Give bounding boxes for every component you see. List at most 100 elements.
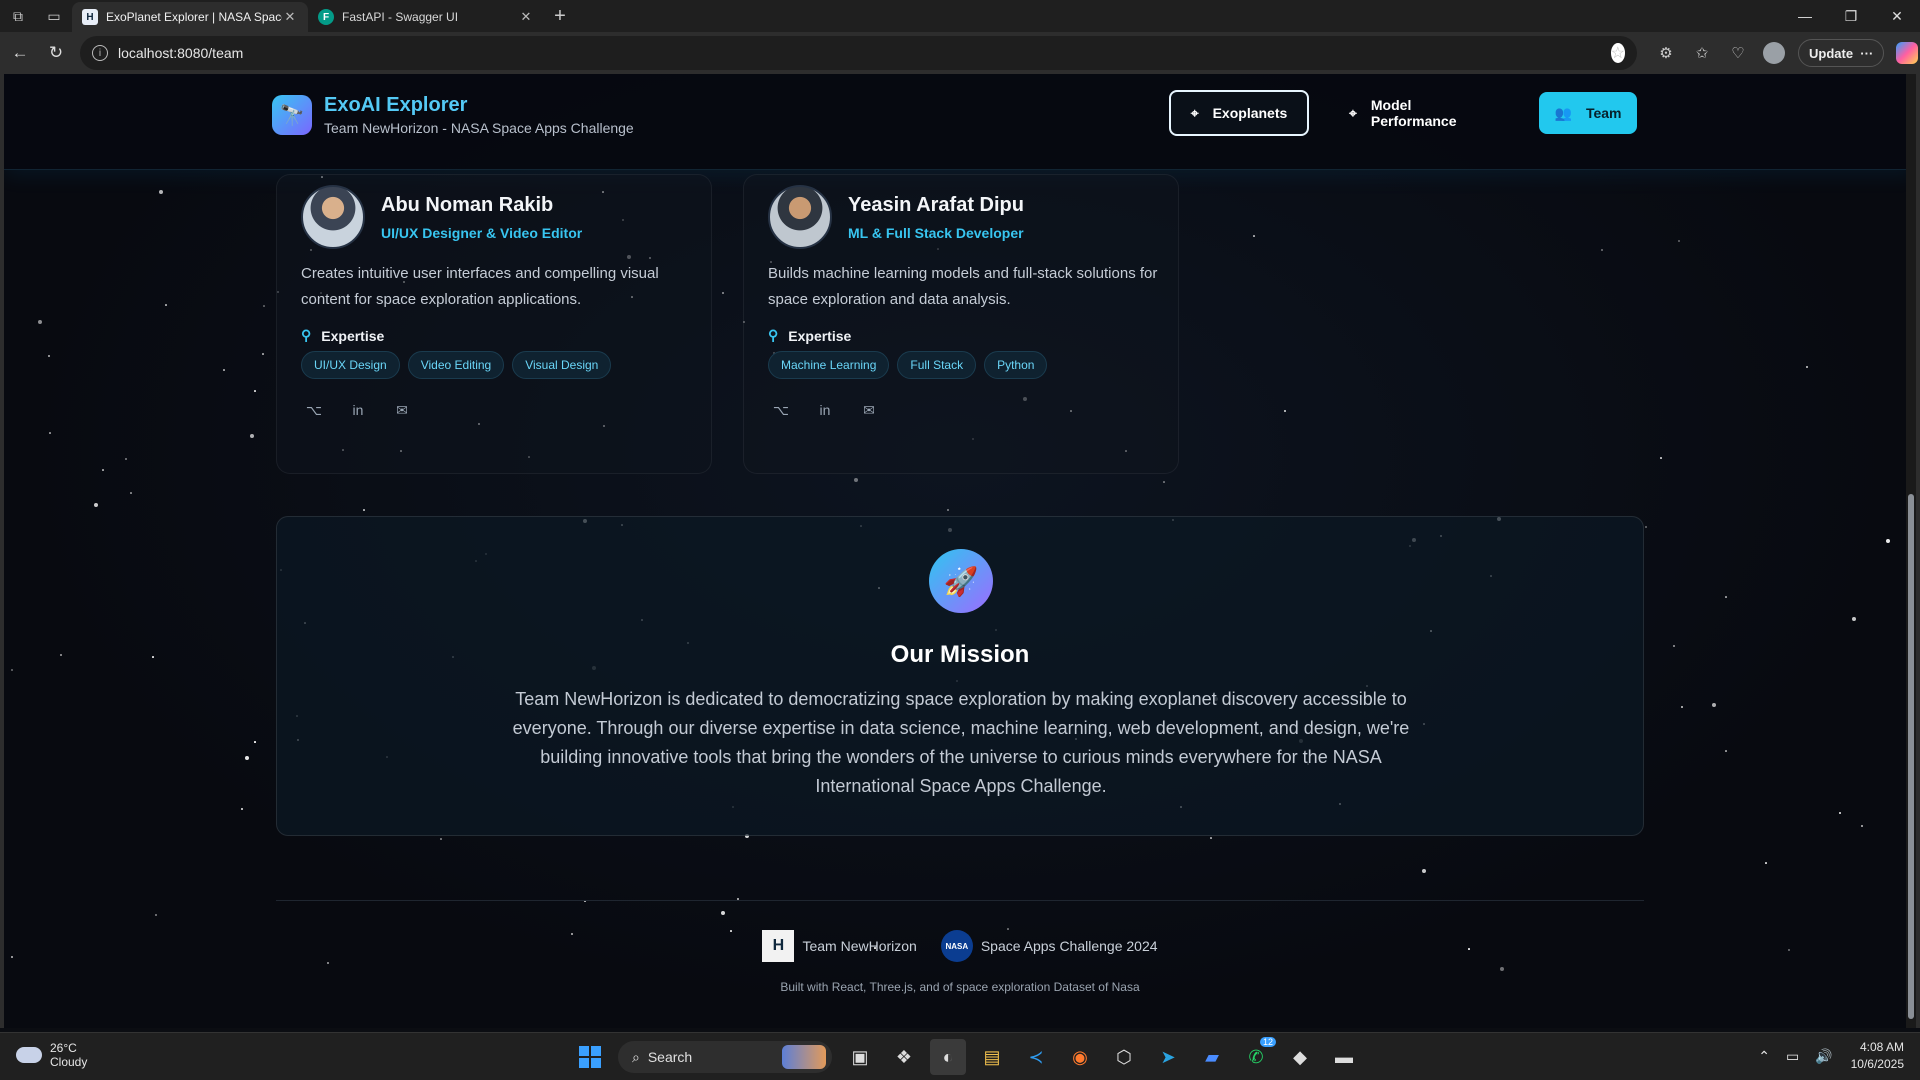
avatar [301, 185, 365, 249]
star-dot [1852, 617, 1856, 621]
firefox-icon[interactable]: ◉ [1062, 1039, 1098, 1075]
rocket-icon: 🚀 [929, 549, 993, 613]
weather-temp: 26°C [50, 1041, 77, 1055]
site-info-icon[interactable]: i [92, 45, 108, 61]
vscode-icon[interactable]: ≺ [1018, 1039, 1054, 1075]
tag-list: UI/UX Design Video Editing Visual Design [301, 351, 619, 379]
mail-icon[interactable]: ✉ [856, 397, 882, 423]
close-tab-icon[interactable]: ✕ [518, 9, 534, 25]
member-description: Creates intuitive user interfaces and co… [301, 265, 659, 308]
workspaces-icon[interactable]: ⧉ [0, 0, 36, 32]
nav-label: Model Performance [1370, 97, 1457, 129]
star-dot [152, 656, 154, 658]
restore-icon[interactable]: ❐ [1828, 0, 1874, 32]
social-links: ⌥ in ✉ [768, 397, 900, 423]
new-tab-button[interactable]: + [544, 5, 576, 28]
task-view-icon[interactable]: ▣ [842, 1039, 878, 1075]
favorite-star-icon[interactable]: ☆ [1610, 43, 1625, 63]
search-highlight-icon [782, 1045, 826, 1069]
tab-favicon: F [318, 9, 334, 25]
tab-exoplanet-explorer[interactable]: H ExoPlanet Explorer | NASA Space ✕ [72, 2, 308, 32]
close-tab-icon[interactable]: ✕ [282, 9, 298, 25]
network-icon[interactable]: ▭ [1786, 1048, 1799, 1065]
terminal-icon[interactable]: ▬ [1326, 1039, 1362, 1075]
linkedin-icon[interactable]: in [812, 397, 838, 423]
member-name: Abu Noman Rakib [381, 193, 554, 216]
star-dot [1253, 235, 1255, 237]
nav-team-button[interactable]: 👥 Team [1539, 92, 1637, 134]
close-window-icon[interactable]: ✕ [1874, 0, 1920, 32]
chevron-up-icon[interactable]: ⌃ [1758, 1048, 1770, 1065]
clock[interactable]: 4:08 AM 10/6/2025 [1851, 1039, 1904, 1073]
update-button[interactable]: Update ··· [1798, 39, 1885, 67]
back-icon[interactable]: ← [2, 35, 38, 71]
taskbar-search[interactable]: ⌕ Search [618, 1041, 832, 1073]
star-dot [94, 503, 98, 507]
copilot-icon[interactable] [1896, 42, 1919, 64]
tab-fastapi-swagger[interactable]: F FastAPI - Swagger UI ✕ [308, 2, 544, 32]
whatsapp-icon[interactable]: ✆ 12 [1238, 1037, 1276, 1075]
date: 10/6/2025 [1850, 1057, 1904, 1071]
telescope-icon: ⌖ [1349, 104, 1357, 121]
health-icon[interactable]: ♡ [1720, 36, 1756, 70]
star-dot [1765, 862, 1767, 864]
extensions-icon[interactable]: ⚙ [1648, 36, 1684, 70]
star-dot [49, 432, 51, 434]
social-links: ⌥ in ✉ [301, 397, 433, 423]
expertise-tag: Visual Design [512, 351, 612, 379]
star-dot [947, 509, 949, 511]
star-dot [1210, 837, 1212, 839]
star-dot [1725, 750, 1727, 752]
star-dot [1673, 645, 1675, 647]
scrollbar-thumb[interactable] [1908, 494, 1914, 1019]
nav-label: Exoplanets [1212, 105, 1288, 121]
volume-icon[interactable]: 🔊 [1815, 1048, 1832, 1065]
expertise-tag: Video Editing [407, 351, 505, 379]
star-dot [1839, 812, 1841, 814]
star-dot [722, 292, 724, 294]
toolbar-right: ⚙ ✩ ♡ Update ··· [1648, 36, 1919, 70]
github-icon[interactable]: ⌥ [768, 397, 794, 423]
edge-icon[interactable]: ◐ [930, 1039, 966, 1075]
star-dot [327, 962, 329, 964]
nav-exoplanets-button[interactable]: ⌖ Exoplanets [1169, 90, 1309, 136]
copilot-app-icon[interactable]: ❖ [886, 1039, 922, 1075]
file-explorer-icon[interactable]: ▤ [974, 1039, 1010, 1075]
page-viewport: 🔭 ExoAI Explorer Team NewHorizon - NASA … [0, 74, 1920, 1028]
star-dot [102, 469, 104, 471]
mission-title: Our Mission [890, 641, 1030, 668]
start-icon[interactable] [572, 1039, 608, 1075]
star-dot [1712, 703, 1716, 707]
mail-icon[interactable]: ✉ [389, 397, 415, 423]
linkedin-icon[interactable]: in [345, 397, 371, 423]
nav-model-performance-button[interactable]: ⌖ Model Performance [1331, 90, 1517, 136]
reload-icon[interactable]: ↻ [38, 35, 74, 71]
star-dot [130, 492, 132, 494]
page-scrollbar[interactable] [1906, 74, 1916, 1028]
box-app-icon[interactable]: ⬡ [1106, 1039, 1142, 1075]
tag-list: Machine Learning Full Stack Python [768, 351, 1055, 379]
profile-icon[interactable] [1756, 36, 1792, 70]
expertise-tag: Machine Learning [768, 351, 890, 379]
star-dot [241, 808, 243, 810]
address-bar[interactable]: i localhost:8080/team ☆ [80, 36, 1637, 70]
github-icon[interactable]: ⌥ [301, 397, 327, 423]
star-dot [1861, 825, 1863, 827]
app-window-icon[interactable]: ▰ [1194, 1039, 1230, 1075]
tab-actions-icon[interactable]: ▭ [36, 0, 72, 32]
top-nav: ⌖ Exoplanets ⌖ Model Performance 👥 Team [1169, 90, 1637, 136]
weather-widget[interactable]: 26°C Cloudy [16, 1041, 87, 1069]
favorites-icon[interactable]: ✩ [1684, 36, 1720, 70]
tab-title: FastAPI - Swagger UI [342, 10, 459, 24]
weather-desc: Cloudy [50, 1055, 88, 1069]
star-dot [48, 355, 50, 357]
window-controls: — ❐ ✕ [1782, 0, 1920, 32]
footer-note: Built with React, Three.js, and of space… [780, 980, 1140, 994]
minimize-icon[interactable]: — [1782, 0, 1828, 32]
star-dot [721, 911, 725, 915]
cursor-app-icon[interactable]: ◆ [1282, 1039, 1318, 1075]
star-dot [1678, 240, 1680, 242]
telegram-icon[interactable]: ➤ [1150, 1039, 1186, 1075]
brand[interactable]: 🔭 ExoAI Explorer Team NewHorizon - NASA … [272, 94, 634, 136]
browser-toolbar: ← ↻ i localhost:8080/team ☆ ⚙ ✩ ♡ Update… [0, 32, 1920, 74]
